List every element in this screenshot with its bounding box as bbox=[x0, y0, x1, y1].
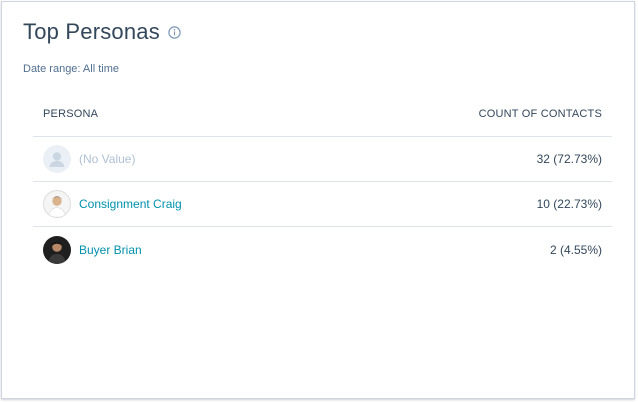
table-row: (No Value) 32 (72.73%) bbox=[33, 137, 612, 182]
persona-name-link[interactable]: Consignment Craig bbox=[79, 197, 182, 211]
persona-avatar bbox=[43, 190, 71, 218]
persona-cell: (No Value) bbox=[43, 145, 135, 173]
top-personas-card: Top Personas Date range: All time PERSON… bbox=[1, 1, 635, 399]
column-header-count: COUNT OF CONTACTS bbox=[478, 107, 602, 120]
date-range-label: Date range: All time bbox=[23, 63, 119, 75]
card-header: Top Personas bbox=[23, 19, 181, 45]
column-header-persona: PERSONA bbox=[43, 107, 99, 120]
persona-cell: Buyer Brian bbox=[43, 235, 142, 264]
contact-count: 10 (22.73%) bbox=[536, 197, 602, 211]
persona-name-link[interactable]: Buyer Brian bbox=[79, 243, 142, 257]
card-title: Top Personas bbox=[23, 19, 160, 44]
table-header: PERSONA COUNT OF CONTACTS bbox=[33, 91, 612, 137]
contact-count: 32 (72.73%) bbox=[536, 152, 602, 166]
default-user-icon bbox=[43, 145, 71, 173]
info-icon[interactable] bbox=[168, 25, 181, 39]
persona-name: (No Value) bbox=[79, 152, 136, 166]
table-row: Buyer Brian 2 (4.55%) bbox=[33, 227, 612, 272]
persona-avatar bbox=[43, 235, 71, 264]
persona-cell: Consignment Craig bbox=[43, 190, 182, 218]
contact-count: 2 (4.55%) bbox=[549, 242, 602, 257]
table-row: Consignment Craig 10 (22.73%) bbox=[33, 182, 612, 227]
personas-table: PERSONA COUNT OF CONTACTS (No Value) 32 … bbox=[33, 91, 612, 272]
